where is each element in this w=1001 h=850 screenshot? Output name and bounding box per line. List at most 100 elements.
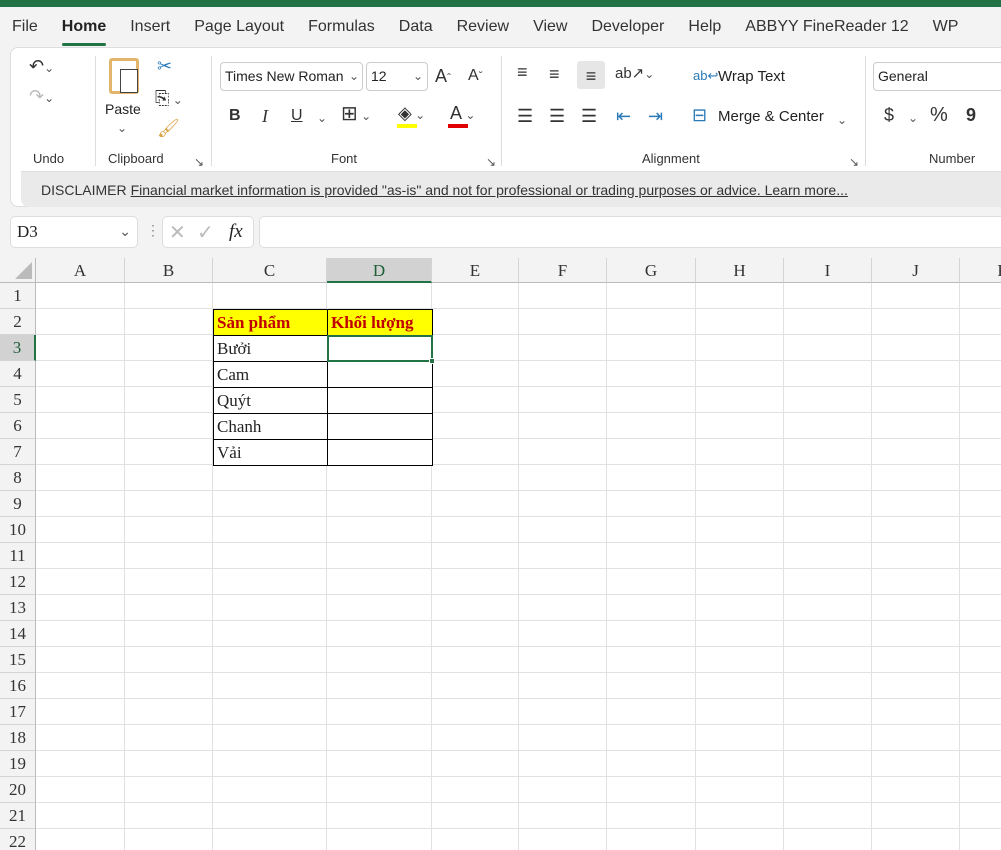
tab-developer[interactable]: Developer [579, 7, 676, 47]
currency-dropdown-icon[interactable]: ⌄ [908, 108, 918, 128]
tab-home[interactable]: Home [50, 7, 118, 47]
formula-input[interactable] [259, 216, 1001, 248]
cell-B3[interactable] [125, 335, 213, 361]
cell-G15[interactable] [607, 647, 696, 673]
cut-icon[interactable]: ✂ [157, 56, 172, 76]
cell-K11[interactable] [960, 543, 1001, 569]
row-header-20[interactable]: 20 [0, 777, 36, 803]
cell-I21[interactable] [784, 803, 872, 829]
cell-C17[interactable] [213, 699, 327, 725]
cell-B5[interactable] [125, 387, 213, 413]
cell-C7[interactable]: Vải [213, 439, 328, 466]
cell-E20[interactable] [432, 777, 519, 803]
cell-K12[interactable] [960, 569, 1001, 595]
cell-B6[interactable] [125, 413, 213, 439]
tab-file[interactable]: File [0, 7, 50, 47]
cell-G21[interactable] [607, 803, 696, 829]
merge-dropdown-icon[interactable]: ⌄ [837, 110, 847, 130]
cell-F17[interactable] [519, 699, 607, 725]
paste-dropdown-icon[interactable]: ⌄ [117, 118, 127, 138]
cell-J18[interactable] [872, 725, 960, 751]
cell-D4[interactable] [327, 361, 433, 388]
cell-G4[interactable] [607, 361, 696, 387]
cell-B11[interactable] [125, 543, 213, 569]
column-header-C[interactable]: C [213, 258, 327, 283]
align-center-icon[interactable]: ☰ [549, 106, 565, 126]
cell-B9[interactable] [125, 491, 213, 517]
cell-F12[interactable] [519, 569, 607, 595]
cell-B13[interactable] [125, 595, 213, 621]
cell-E9[interactable] [432, 491, 519, 517]
cell-F16[interactable] [519, 673, 607, 699]
cancel-icon[interactable]: ✕ [169, 220, 186, 245]
cell-F19[interactable] [519, 751, 607, 777]
cell-D12[interactable] [327, 569, 432, 595]
merge-center-button[interactable]: Merge & Center [718, 108, 824, 125]
cell-H7[interactable] [696, 439, 784, 465]
cell-G14[interactable] [607, 621, 696, 647]
column-header-E[interactable]: E [432, 258, 519, 283]
cell-F8[interactable] [519, 465, 607, 491]
cell-A8[interactable] [36, 465, 125, 491]
cell-E12[interactable] [432, 569, 519, 595]
cell-H10[interactable] [696, 517, 784, 543]
cell-D15[interactable] [327, 647, 432, 673]
cell-J21[interactable] [872, 803, 960, 829]
cell-K1[interactable] [960, 283, 1001, 309]
select-all-button[interactable] [0, 258, 36, 283]
cell-E6[interactable] [432, 413, 519, 439]
redo-icon[interactable]: ↷⌄ [29, 86, 54, 108]
cell-J9[interactable] [872, 491, 960, 517]
top-align-icon[interactable]: ≡ [517, 62, 528, 82]
cell-A9[interactable] [36, 491, 125, 517]
cell-B4[interactable] [125, 361, 213, 387]
cell-J7[interactable] [872, 439, 960, 465]
cell-E16[interactable] [432, 673, 519, 699]
cell-I15[interactable] [784, 647, 872, 673]
cell-J12[interactable] [872, 569, 960, 595]
row-header-2[interactable]: 2 [0, 309, 36, 335]
cell-E15[interactable] [432, 647, 519, 673]
fill-color-icon[interactable]: ◈ ⌄ [398, 103, 425, 125]
cell-F2[interactable] [519, 309, 607, 335]
cell-H13[interactable] [696, 595, 784, 621]
cell-K10[interactable] [960, 517, 1001, 543]
cell-B14[interactable] [125, 621, 213, 647]
cell-A15[interactable] [36, 647, 125, 673]
cell-C4[interactable]: Cam [213, 361, 328, 388]
row-header-19[interactable]: 19 [0, 751, 36, 777]
cell-A4[interactable] [36, 361, 125, 387]
cell-I9[interactable] [784, 491, 872, 517]
cell-A11[interactable] [36, 543, 125, 569]
cell-J10[interactable] [872, 517, 960, 543]
cell-E4[interactable] [432, 361, 519, 387]
row-header-3[interactable]: 3 [0, 335, 36, 361]
percent-button[interactable]: % [930, 105, 948, 125]
cell-E2[interactable] [432, 309, 519, 335]
cell-G17[interactable] [607, 699, 696, 725]
cell-B18[interactable] [125, 725, 213, 751]
cell-J3[interactable] [872, 335, 960, 361]
borders-icon[interactable]: ⊞ ⌄ [341, 104, 371, 126]
cell-I5[interactable] [784, 387, 872, 413]
cell-D9[interactable] [327, 491, 432, 517]
cell-E18[interactable] [432, 725, 519, 751]
cell-B22[interactable] [125, 829, 213, 850]
cell-K6[interactable] [960, 413, 1001, 439]
cell-C14[interactable] [213, 621, 327, 647]
cell-H1[interactable] [696, 283, 784, 309]
cell-F11[interactable] [519, 543, 607, 569]
cell-H20[interactable] [696, 777, 784, 803]
bold-button[interactable]: B [229, 106, 241, 126]
cell-J13[interactable] [872, 595, 960, 621]
cell-J11[interactable] [872, 543, 960, 569]
cell-I1[interactable] [784, 283, 872, 309]
row-header-13[interactable]: 13 [0, 595, 36, 621]
cell-F5[interactable] [519, 387, 607, 413]
cell-J1[interactable] [872, 283, 960, 309]
cell-C11[interactable] [213, 543, 327, 569]
cell-F14[interactable] [519, 621, 607, 647]
cell-D3[interactable] [327, 335, 435, 364]
cell-B16[interactable] [125, 673, 213, 699]
cell-C18[interactable] [213, 725, 327, 751]
